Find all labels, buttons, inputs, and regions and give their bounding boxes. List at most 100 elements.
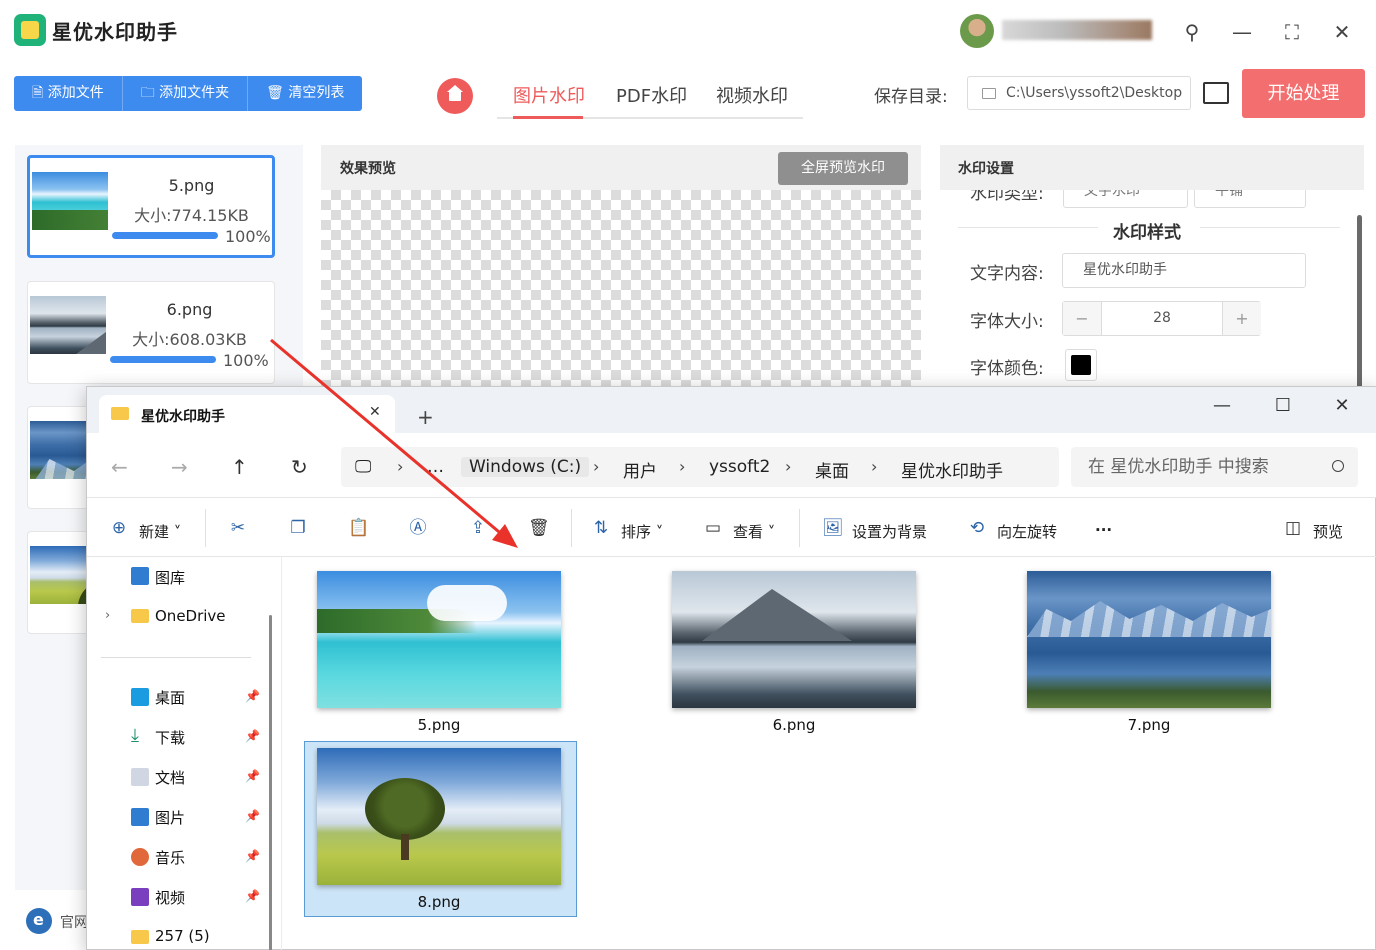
file-toolbar: 🗎 添加文件 🗀 添加文件夹 🗑 清空列表 [14,76,363,111]
pin-icon[interactable]: 📌 [245,769,260,783]
delete-icon[interactable]: 🗑 [528,518,550,538]
pin-icon[interactable]: 📌 [245,729,260,743]
rotate-left-button[interactable]: 向左旋转 [997,521,1057,542]
nav-item-desktop[interactable]: 桌面 [155,687,185,708]
maximize-icon[interactable]: ⛶ [1278,18,1306,46]
image-thumbnail [672,571,916,708]
preview-pane-button[interactable]: 预览 [1313,521,1343,542]
search-input[interactable]: 在 星优水印助手 中搜索 [1071,447,1358,487]
breadcrumb-item[interactable]: 桌面 [815,457,849,482]
pin-icon[interactable]: 📌 [245,889,260,903]
up-icon[interactable]: ↑ [231,455,248,479]
close-icon[interactable]: ✕ [1327,395,1357,416]
file-card[interactable]: 5.png 大小:774.15KB 100% [27,155,275,258]
file-card[interactable]: 6.png 大小:608.03KB 100% [27,281,275,384]
maximize-icon[interactable]: ☐ [1268,395,1298,416]
start-process-button[interactable]: 开始处理 [1242,69,1365,118]
sort-button[interactable]: 排序 ˅ [621,521,663,542]
chevron-right-icon: › [785,457,792,476]
open-folder-icon[interactable] [1203,82,1229,104]
active-tab-indicator [513,116,583,119]
breadcrumb-item[interactable]: Windows (C:) [461,457,590,477]
view-label: 查看 [733,523,764,541]
preview-pane-icon: ◫ [1284,518,1302,538]
nav-item-gallery[interactable]: 图库 [155,567,185,588]
breadcrumb-item[interactable]: yssoft2 [709,457,770,477]
nav-item-onedrive[interactable]: OneDrive [155,607,226,625]
minimize-icon[interactable]: — [1207,395,1237,416]
website-link[interactable]: 官网 [60,912,88,932]
add-folder-button[interactable]: 🗀 添加文件夹 [122,76,249,111]
close-tab-icon[interactable]: ✕ [369,404,381,420]
file-name: 5.png [417,716,461,734]
file-size: 大小:608.03KB [132,330,247,349]
more-crumbs[interactable]: … [427,457,444,477]
file-size: 大小:774.15KB [134,206,249,225]
file-name: 6.png [772,716,816,734]
download-icon: ⤓ [131,725,139,746]
file-name: 6.png [166,300,213,319]
nav-item-pictures[interactable]: 图片 [155,807,185,828]
increment-button[interactable]: + [1223,302,1261,335]
user-avatar[interactable] [960,14,994,48]
close-icon[interactable]: ✕ [1328,18,1356,46]
nav-item-music[interactable]: 音乐 [155,847,185,868]
decrement-button[interactable]: − [1063,302,1101,335]
add-folder-label: 添加文件夹 [159,85,230,101]
nav-item-videos[interactable]: 视频 [155,887,185,908]
rename-icon[interactable]: Ⓐ [408,518,428,538]
chevron-right-icon: › [871,457,878,476]
forward-icon[interactable]: → [171,455,188,479]
user-id-blurred [1002,20,1152,40]
breadcrumb-item[interactable]: 用户 [623,457,657,482]
file-explorer-window: 星优水印助手 ✕ + — ☐ ✕ ← → ↑ ↻ 🖵 › … Windows (… [86,386,1376,950]
watermark-type-select[interactable]: 文字水印 [1063,190,1188,208]
share-icon[interactable]: ⇪ [468,518,488,538]
font-color-picker[interactable] [1065,349,1097,381]
search-icon [1332,460,1344,472]
nav-item-folder-257[interactable]: 257 (5) [155,927,210,945]
tab-pdf-watermark[interactable]: PDF水印 [616,82,687,108]
explorer-tab[interactable]: 星优水印助手 ✕ [99,395,395,433]
pin-icon[interactable]: 📌 [245,809,260,823]
settings-icon[interactable]: ⚲ [1178,18,1206,46]
computer-icon[interactable]: 🖵 [355,457,371,477]
cut-icon[interactable]: ✂ [228,518,248,538]
breadcrumb-item[interactable]: 星优水印助手 [901,457,1003,482]
copy-icon[interactable]: ❐ [288,518,308,538]
text-content-input[interactable]: 星优水印助手 [1062,253,1306,288]
save-path-input[interactable]: C:\Users\yssoft2\Desktop [967,76,1191,110]
text-content-label: 文字内容: [970,264,1044,284]
nav-item-documents[interactable]: 文档 [155,767,185,788]
tab-image-watermark[interactable]: 图片水印 [513,82,585,108]
nav-scrollbar[interactable] [269,615,272,950]
more-options-icon[interactable]: ··· [1095,521,1112,539]
clear-list-button[interactable]: 🗑 清空列表 [248,76,363,111]
new-tab-icon[interactable]: + [417,405,434,429]
expand-chevron-icon[interactable]: › [105,608,110,623]
new-button[interactable]: 新建 ˅ [139,521,181,542]
sort-label: 排序 [621,523,652,541]
app-logo-icon [14,14,46,46]
fullscreen-preview-button[interactable]: 全屏预览水印 [778,152,908,185]
minimize-icon[interactable]: — [1228,18,1256,46]
font-size-value[interactable]: 28 [1101,302,1223,335]
home-icon[interactable] [437,78,473,114]
website-icon[interactable] [26,908,52,934]
gallery-icon [131,567,149,585]
refresh-icon[interactable]: ↻ [291,455,308,479]
file-name: 7.png [1127,716,1171,734]
settings-scrollbar[interactable] [1357,215,1362,390]
progress-bar [112,232,218,239]
nav-item-downloads[interactable]: 下载 [155,727,185,748]
add-file-button[interactable]: 🗎 添加文件 [14,76,123,111]
tab-video-watermark[interactable]: 视频水印 [716,82,788,108]
pin-icon[interactable]: 📌 [245,689,260,703]
watermark-layout-select[interactable]: 平铺 [1194,190,1306,208]
view-button[interactable]: 查看 ˅ [733,521,775,542]
pin-icon[interactable]: 📌 [245,849,260,863]
set-background-button[interactable]: 设置为背景 [852,521,927,542]
paste-icon[interactable]: 📋 [348,518,369,538]
rotate-left-icon: ⟲ [969,518,985,538]
back-icon[interactable]: ← [111,455,128,479]
